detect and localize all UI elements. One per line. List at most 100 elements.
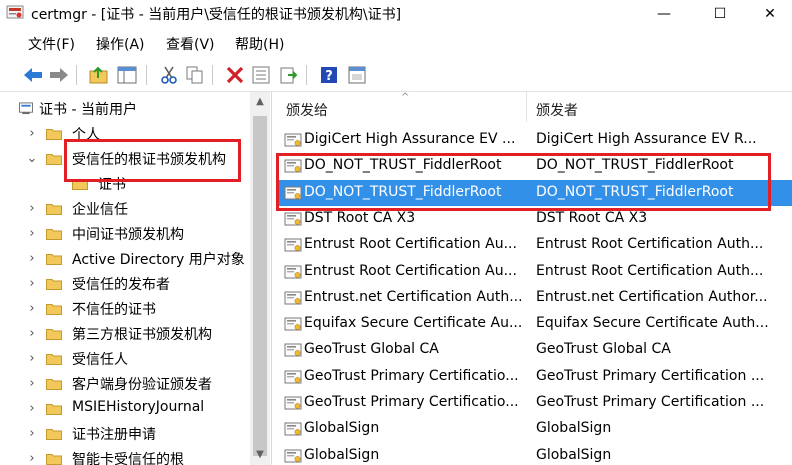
view-icon xyxy=(348,66,366,84)
cell-issued-by: Entrust.net Certification Author... xyxy=(536,288,768,305)
scroll-down-arrow[interactable]: ▼ xyxy=(250,445,270,465)
properties-button[interactable] xyxy=(250,64,272,86)
tree-item[interactable]: › MSIEHistoryJournal xyxy=(0,397,250,422)
tree-item[interactable]: › 企业信任 xyxy=(0,197,250,222)
delete-button[interactable] xyxy=(224,64,246,86)
tree-root-label: 证书 - 当前用户 xyxy=(39,102,137,118)
table-row[interactable]: GlobalSign GlobalSign xyxy=(276,416,792,442)
tree-item[interactable]: › 受信任人 xyxy=(0,347,250,372)
table-row[interactable]: GlobalSign GlobalSign xyxy=(276,443,792,465)
window-title: certmgr - [证书 - 当前用户\受信任的根证书颁发机构\证书] xyxy=(31,7,402,23)
folder-icon xyxy=(46,154,62,165)
table-row[interactable]: Entrust Root Certification Au... Entrust … xyxy=(276,259,792,285)
forward-icon xyxy=(50,68,68,82)
table-row[interactable]: DigiCert High Assurance EV ... DigiCert H… xyxy=(276,127,792,153)
table-row[interactable]: DST Root CA X3 DST Root CA X3 xyxy=(276,206,792,232)
cell-issued-by: GeoTrust Primary Certification ... xyxy=(536,367,765,384)
cell-issued-to: DigiCert High Assurance EV ... xyxy=(304,131,516,147)
chevron-right-icon[interactable]: › xyxy=(26,401,38,416)
chevron-right-icon[interactable]: › xyxy=(26,326,38,341)
chevron-right-icon[interactable]: › xyxy=(26,276,38,291)
cut-button[interactable] xyxy=(158,64,180,86)
chevron-right-icon[interactable]: › xyxy=(26,201,38,216)
table-row[interactable]: GeoTrust Primary Certificatio... GeoTrust… xyxy=(276,364,792,390)
cell-issued-to: GeoTrust Global CA xyxy=(304,341,439,358)
menu-action[interactable]: 操作(A) xyxy=(96,34,145,54)
tree-item[interactable]: › 客户端身份验证颁发者 xyxy=(0,372,250,397)
forward-button[interactable] xyxy=(48,64,70,86)
cell-issued-by: DO_NOT_TRUST_FiddlerRoot xyxy=(536,157,734,174)
chevron-right-icon[interactable]: › xyxy=(26,351,38,366)
maximize-button[interactable]: ☐ xyxy=(692,0,748,28)
column-header-issued-to[interactable]: 颁发给 ^ xyxy=(276,92,526,122)
table-row[interactable]: GeoTrust Global CA GeoTrust Global CA xyxy=(276,337,792,363)
export-button[interactable] xyxy=(278,64,300,86)
tree-item[interactable]: › 中间证书颁发机构 xyxy=(0,222,250,247)
help-button[interactable]: ? xyxy=(318,64,340,86)
table-row[interactable]: DO_NOT_TRUST_FiddlerRoot DO_NOT_TRUST_Fid… xyxy=(276,153,792,179)
tree-item[interactable]: › 第三方根证书颁发机构 xyxy=(0,322,250,347)
scroll-up-arrow[interactable]: ▲ xyxy=(250,92,270,112)
cell-issued-to: Equifax Secure Certificate Au... xyxy=(304,315,523,332)
cell-issued-to: Entrust Root Certification Au... xyxy=(304,236,517,253)
cell-issued-to: Entrust.net Certification Auth... xyxy=(304,288,523,305)
chevron-right-icon[interactable]: › xyxy=(26,126,38,141)
folder-icon xyxy=(46,404,62,415)
menu-help[interactable]: 帮助(H) xyxy=(235,34,284,54)
folder-icon xyxy=(46,229,62,240)
tree-scroll-thumb[interactable] xyxy=(253,116,267,456)
tree-item[interactable]: › 个人 xyxy=(0,122,250,147)
folder-icon xyxy=(46,379,62,390)
folder-icon xyxy=(46,279,62,290)
tree-pane[interactable]: 证书 - 当前用户 › 个人 ⌄ 受信任的根证书颁发机构 证书 › 企业信任 › 中间证书颁发机… xyxy=(0,92,272,465)
table-row-selected[interactable]: DO_NOT_TRUST_FiddlerRoot DO_NOT_TRUST_Fid… xyxy=(276,179,792,206)
help-icon: ? xyxy=(321,67,337,84)
chevron-right-icon[interactable]: › xyxy=(26,301,38,316)
chevron-right-icon[interactable]: › xyxy=(26,426,38,441)
tree-item[interactable]: › 智能卡受信任的根 xyxy=(0,447,250,465)
cell-issued-to: GlobalSign xyxy=(304,420,380,437)
folder-icon xyxy=(46,429,62,440)
cell-issued-by: GeoTrust Primary Certification ... xyxy=(536,394,765,410)
cut-icon xyxy=(161,66,177,84)
tree-item[interactable]: ⌄ 受信任的根证书颁发机构 xyxy=(0,147,250,172)
cell-issued-to: GlobalSign xyxy=(304,446,380,463)
minimize-button[interactable]: — xyxy=(636,0,692,28)
tree-item[interactable]: › 证书注册申请 xyxy=(0,422,250,447)
table-row[interactable]: GeoTrust Primary Certificatio... GeoTrust… xyxy=(276,390,792,416)
up-folder-icon xyxy=(89,66,108,84)
show-hide-tree-button[interactable] xyxy=(116,64,138,86)
tree-item-label: 受信任人 xyxy=(72,352,128,368)
close-button[interactable]: ✕ xyxy=(748,0,792,28)
back-button[interactable] xyxy=(22,64,44,86)
tree-item[interactable]: › 受信任的发布者 xyxy=(0,272,250,297)
table-row[interactable]: Entrust Root Certification Au... Entrust … xyxy=(276,232,792,258)
tree-item[interactable]: › 不信任的证书 xyxy=(0,297,250,322)
tree-item-label: 个人 xyxy=(72,127,100,143)
tree-item-label: 中间证书颁发机构 xyxy=(72,227,184,243)
chevron-down-icon[interactable]: ⌄ xyxy=(26,151,38,166)
close-icon: ✕ xyxy=(764,6,776,22)
cell-issued-to: DST Root CA X3 xyxy=(304,209,416,226)
tree-item[interactable]: 证书 xyxy=(0,172,250,197)
tree-scrollbar[interactable]: ▲ ▼ xyxy=(250,92,270,465)
cell-issued-to: Entrust Root Certification Au... xyxy=(304,262,517,279)
menu-file[interactable]: 文件(F) xyxy=(28,34,75,54)
table-row[interactable]: Equifax Secure Certificate Au... Equifax … xyxy=(276,311,792,337)
title-bar: certmgr - [证书 - 当前用户\受信任的根证书颁发机构\证书] — ☐… xyxy=(0,0,792,28)
cell-issued-by: DO_NOT_TRUST_FiddlerRoot xyxy=(536,183,734,200)
menu-view[interactable]: 查看(V) xyxy=(166,34,215,54)
chevron-right-icon[interactable]: › xyxy=(26,226,38,241)
column-header-issued-by[interactable]: 颁发者 xyxy=(526,92,792,122)
view-button[interactable] xyxy=(346,64,368,86)
chevron-right-icon[interactable]: › xyxy=(26,376,38,391)
tree-root[interactable]: 证书 - 当前用户 xyxy=(0,97,250,122)
tree-item-label: 客户端身份验证颁发者 xyxy=(72,377,212,393)
tree-item[interactable]: › Active Directory 用户对象 xyxy=(0,247,250,272)
table-row[interactable]: Entrust.net Certification Auth... Entrust… xyxy=(276,285,792,311)
copy-button[interactable] xyxy=(184,64,206,86)
up-folder-button[interactable] xyxy=(88,64,110,86)
chevron-right-icon[interactable]: › xyxy=(26,251,38,266)
chevron-right-icon[interactable]: › xyxy=(26,451,38,465)
certificate-list[interactable]: 颁发给 ^ 颁发者 DigiCert High Assurance EV ...… xyxy=(276,92,792,465)
